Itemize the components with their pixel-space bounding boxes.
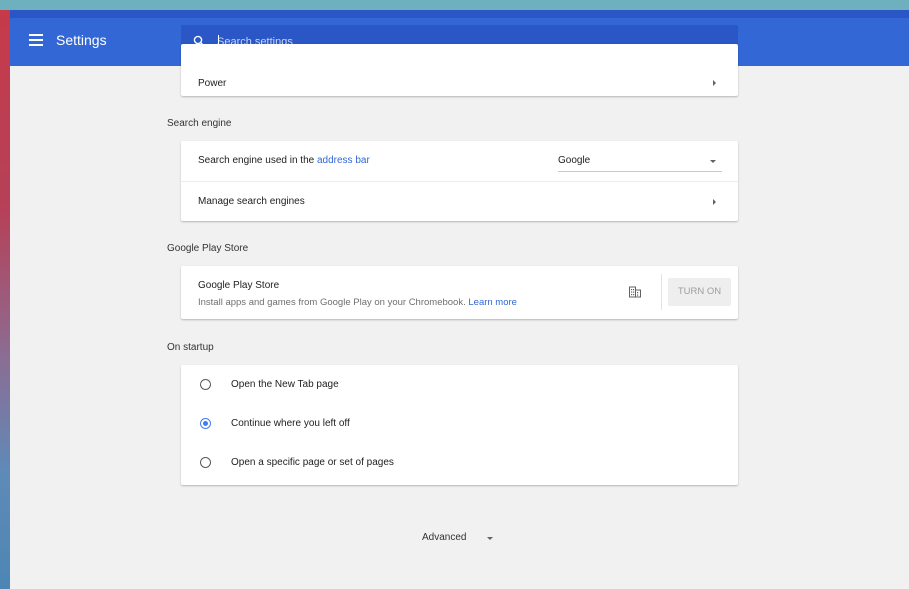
learn-more-link[interactable]: Learn more [468,297,517,308]
search-engine-selected-value: Google [558,155,591,166]
advanced-button[interactable]: Advanced [422,532,466,543]
search-engine-select[interactable]: Google [558,149,722,172]
play-store-card: Google Play Store Install apps and games… [181,266,738,319]
manage-search-engines-label: Manage search engines [198,196,305,207]
power-card: Power [181,44,738,96]
chevron-right-icon [713,80,716,86]
play-store-description: Install apps and games from Google Play … [198,297,517,308]
radio-button-specific-pages[interactable] [200,457,211,468]
radio-label: Open the New Tab page [231,379,339,390]
power-label: Power [198,78,227,89]
page-title: Settings [56,32,107,48]
vertical-divider [661,274,662,310]
store-building-icon [629,286,641,298]
play-store-description-text: Install apps and games from Google Play … [198,297,466,308]
search-engine-row: Search engine used in the address bar Go… [181,141,738,181]
settings-window: Settings Power Search engine [10,10,909,589]
section-title-search-engine: Search engine [167,118,232,129]
hamburger-menu-icon[interactable] [29,34,43,46]
play-store-title: Google Play Store [198,280,280,291]
manage-search-engines-row[interactable]: Manage search engines [181,181,738,221]
radio-button-continue[interactable] [200,418,211,429]
settings-content: Power Search engine Search engine used i… [10,44,909,589]
address-bar-link[interactable]: address bar [317,155,370,166]
dropdown-arrow-icon [710,160,716,163]
search-engine-card: Search engine used in the address bar Go… [181,141,738,221]
startup-option-continue[interactable]: Continue where you left off [181,404,738,443]
radio-label: Continue where you left off [231,418,350,429]
search-engine-used-label: Search engine used in the address bar [198,155,370,166]
radio-label: Open a specific page or set of pages [231,457,394,468]
power-row[interactable]: Power [181,44,738,96]
startup-option-specific-pages[interactable]: Open a specific page or set of pages [181,443,738,482]
screen: Settings Power Search engine [0,0,909,589]
turn-on-button[interactable]: TURN ON [668,278,731,306]
toolbar-top-edge [10,10,909,18]
section-title-play-store: Google Play Store [167,243,249,254]
desktop-wallpaper-strip [0,10,10,589]
chevron-right-icon [713,199,716,205]
search-engine-used-prefix: Search engine used in the [198,155,317,166]
chevron-down-icon[interactable] [487,537,493,540]
section-title-on-startup: On startup [167,342,214,353]
on-startup-card: Open the New Tab page Continue where you… [181,365,738,485]
radio-button-new-tab[interactable] [200,379,211,390]
startup-option-new-tab[interactable]: Open the New Tab page [181,365,738,404]
